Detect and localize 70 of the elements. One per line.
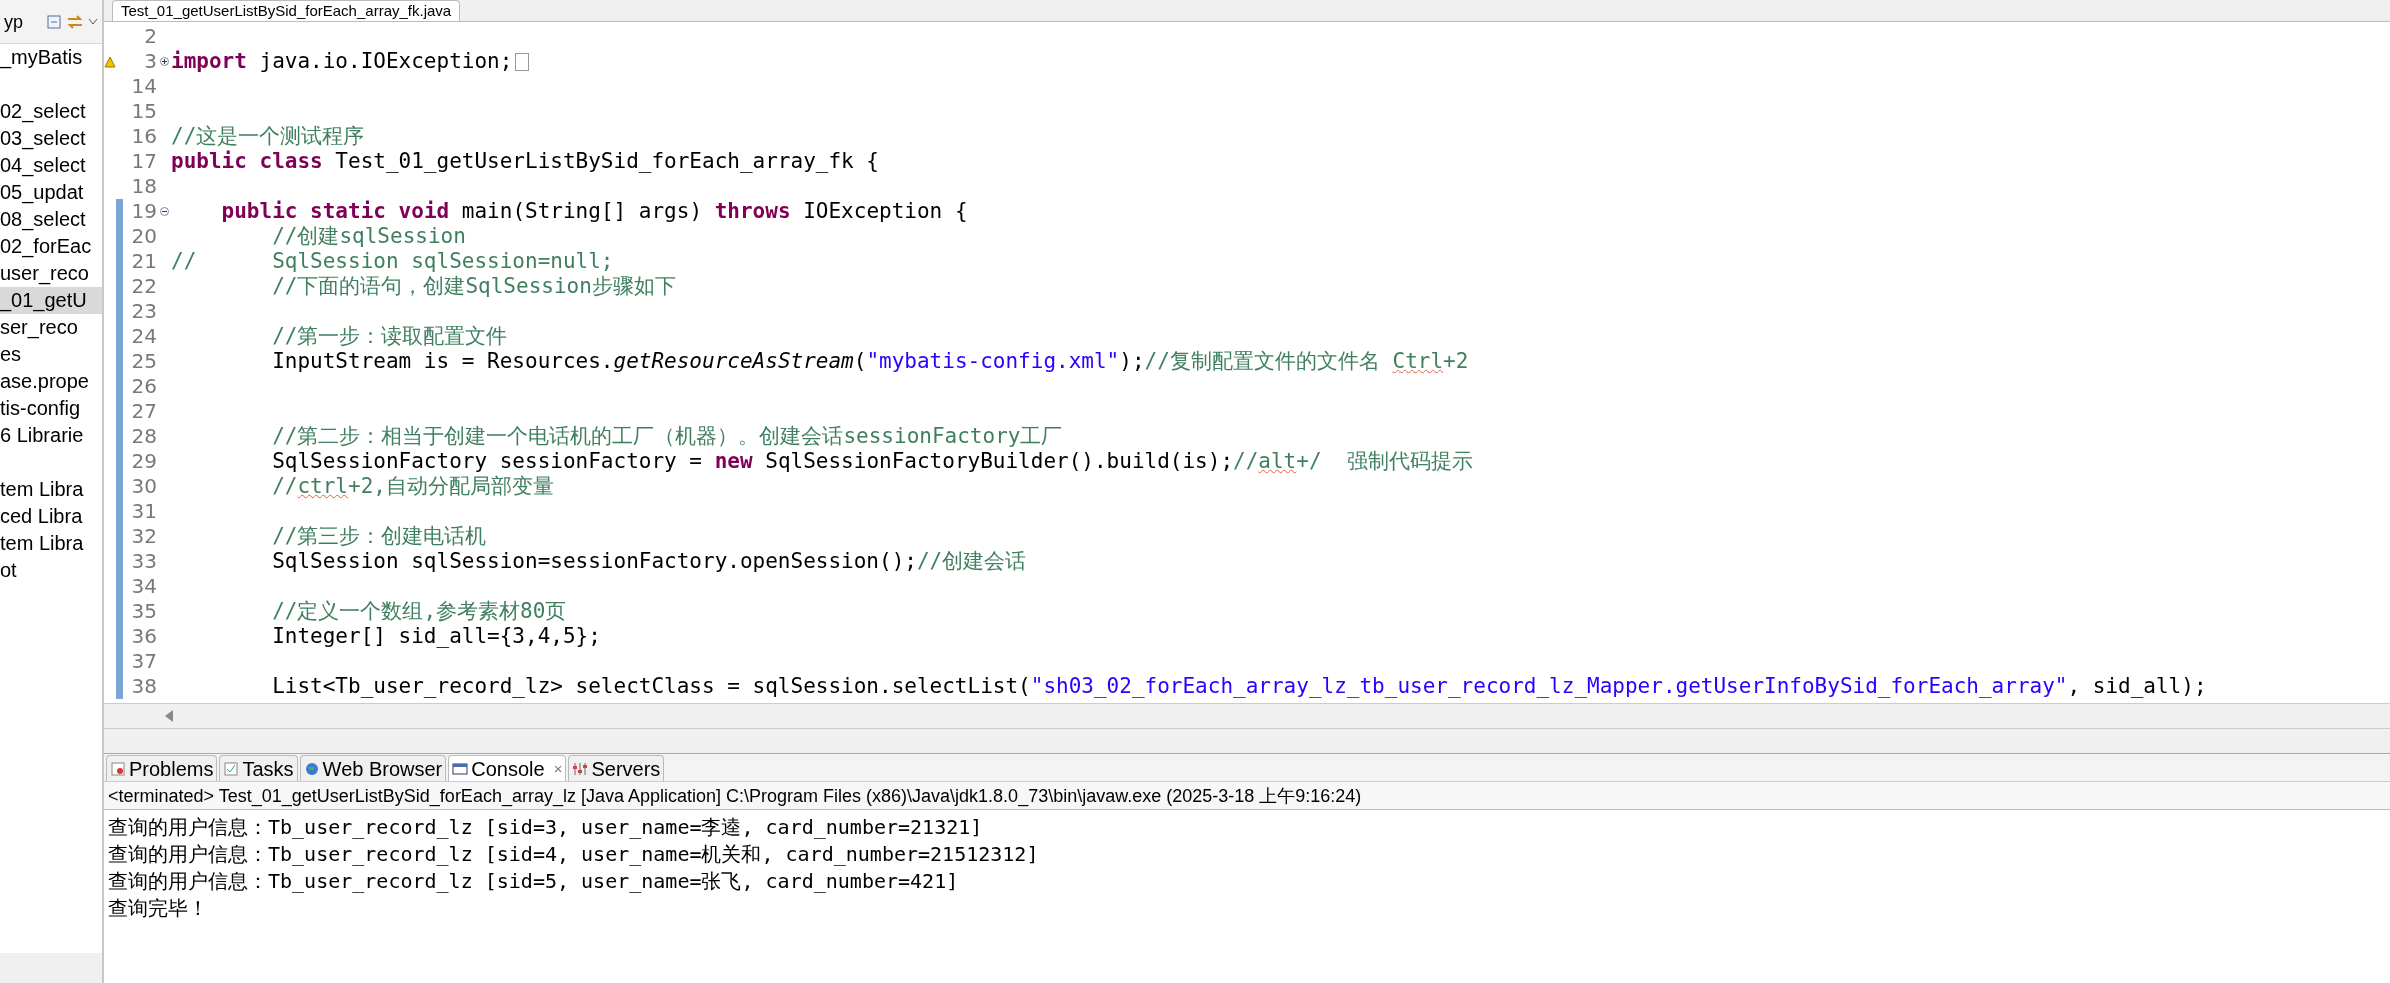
monitor-icon bbox=[452, 760, 469, 777]
line-number: 37 bbox=[130, 649, 157, 674]
code-line: Integer[] sid_all={3,4,5}; bbox=[271, 624, 601, 649]
panel-tab[interactable]: Web Browser bbox=[299, 755, 447, 781]
code-line: public static void main(String[] args) throws IOException { bbox=[220, 199, 968, 224]
code-line: //ctrl+2,自动分配局部变量 bbox=[271, 474, 554, 499]
line-number: 23 bbox=[130, 299, 157, 324]
code-line: //这是一个测试程序 bbox=[171, 124, 365, 149]
panel-tab[interactable]: Problems bbox=[106, 755, 218, 781]
line-number: 18 bbox=[130, 174, 157, 199]
line-number: 33 bbox=[130, 549, 157, 574]
line-number: 19 bbox=[130, 199, 157, 224]
dropdown-icon[interactable] bbox=[88, 17, 98, 26]
line-number: 22 bbox=[130, 274, 157, 299]
line-number: 24 bbox=[130, 324, 157, 349]
horizontal-scrollbar[interactable] bbox=[104, 703, 2390, 729]
line-number: 35 bbox=[130, 599, 157, 624]
line-number: 30 bbox=[130, 474, 157, 499]
view-tab[interactable]: yp bbox=[4, 12, 23, 31]
line-number: 20 bbox=[130, 224, 157, 249]
fold-plus-icon[interactable] bbox=[159, 57, 169, 66]
panel-tab[interactable]: Servers bbox=[568, 755, 665, 781]
collapse-icon[interactable] bbox=[46, 13, 62, 30]
code-line: //第二步：相当于创建一个电话机的工厂（机器）。创建会话sessionFactory工厂 bbox=[271, 424, 1063, 449]
code-line: //创建sqlSession bbox=[271, 224, 466, 249]
line-number: 14 bbox=[130, 74, 157, 99]
line-number: 26 bbox=[130, 374, 157, 399]
line-number: 3 bbox=[143, 49, 157, 74]
scroll-left-icon[interactable] bbox=[164, 710, 174, 722]
code-line: List<Tb_user_record_lz> selectClass = sqlSession.selectList("sh03_02_forEach_array_lz_tb_user_record_lz_Mapper.getUserInfoBySid_forEach_array", sid_all); bbox=[271, 674, 2207, 699]
code-line: //第一步：读取配置文件 bbox=[271, 324, 508, 349]
line-number: 2 bbox=[143, 24, 157, 49]
line-number: 34 bbox=[130, 574, 157, 599]
sliders-icon bbox=[572, 760, 589, 777]
checklist-icon bbox=[223, 760, 240, 777]
line-number: 28 bbox=[130, 424, 157, 449]
code-line: //下面的语句，创建SqlSession步骤如下 bbox=[271, 274, 676, 299]
code-line: // SqlSession sqlSession=null; bbox=[171, 249, 614, 274]
line-number: 21 bbox=[130, 249, 157, 274]
console-line: 查询的用户信息：Tb_user_record_lz [sid=5, user_name=张飞, card_number=421] bbox=[108, 868, 960, 895]
panel-tab[interactable]: Tasks bbox=[219, 755, 298, 781]
console-line: 查询的用户信息：Tb_user_record_lz [sid=4, user_name=机关和, card_number=21512312] bbox=[108, 841, 1040, 868]
line-number: 15 bbox=[130, 99, 157, 124]
line-number: 31 bbox=[130, 499, 157, 524]
code-line: import java.io.IOException; bbox=[171, 49, 513, 74]
code-line: //第三步：创建电话机 bbox=[271, 524, 487, 549]
problems-icon bbox=[110, 760, 126, 777]
line-number: 16 bbox=[130, 124, 157, 149]
panel-tab[interactable]: Console × bbox=[448, 755, 567, 781]
console-line: 查询完毕！ bbox=[108, 895, 209, 922]
line-number: 38 bbox=[130, 674, 157, 699]
line-number: 27 bbox=[130, 399, 157, 424]
line-number: 36 bbox=[130, 624, 157, 649]
link-arrows-icon[interactable] bbox=[66, 13, 84, 30]
globe-icon bbox=[303, 760, 320, 777]
tree-item[interactable]: _01_getU bbox=[0, 287, 102, 314]
line-number: 29 bbox=[130, 449, 157, 474]
code-line: //定义一个数组,参考素材80页 bbox=[271, 599, 567, 624]
console-title: <terminated> Test_01_getUserListBySid_forEach_array_lz [Java Application] C:\Program Files (x86)\Java\jdk1.8.0_73\bin\javaw.exe (2025-3-18 上午9:16:24) bbox=[104, 782, 2390, 810]
folded-code-marker[interactable] bbox=[515, 52, 530, 71]
line-number: 17 bbox=[130, 149, 157, 174]
console-line: 查询的用户信息：Tb_user_record_lz [sid=3, user_name=李逵, card_number=21321] bbox=[108, 814, 984, 841]
line-number: 32 bbox=[130, 524, 157, 549]
code-line: SqlSession sqlSession=sessionFactory.openSession();//创建会话 bbox=[271, 549, 1027, 574]
code-line: InputStream is = Resources.getResourceAsStream("mybatis-config.xml");//复制配置文件的文件名 Ctrl+2 bbox=[271, 349, 1469, 374]
line-number: 25 bbox=[130, 349, 157, 374]
code-line: public class Test_01_getUserListBySid_forEach_array_fk { bbox=[171, 149, 879, 174]
close-tab-icon[interactable]: × bbox=[553, 761, 563, 776]
code-line: SqlSessionFactory sessionFactory = new SqlSessionFactoryBuilder().build(is);//alt+/ 强制代码提示 bbox=[271, 449, 1473, 474]
editor-tab[interactable]: Test_01_getUserListBySid_forEach_array_fk.java bbox=[112, 0, 461, 21]
